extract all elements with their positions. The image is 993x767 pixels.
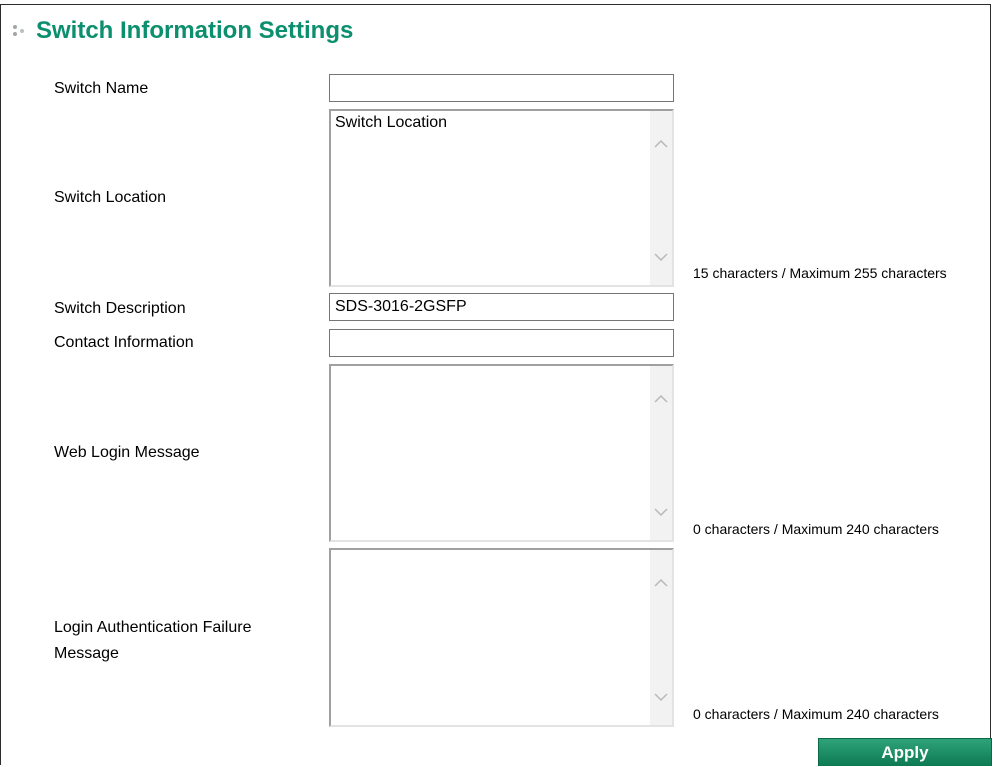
scroll-down-icon[interactable] — [653, 691, 669, 703]
login-auth-failure-scrollbar[interactable] — [650, 550, 672, 725]
three-dots-icon — [12, 23, 34, 39]
switch-location-textarea[interactable]: Switch Location — [329, 109, 674, 287]
switch-name-input[interactable] — [329, 74, 674, 102]
login-auth-failure-label-line1: Login Authentication Failure — [54, 619, 252, 636]
scroll-up-icon[interactable] — [653, 392, 669, 404]
scroll-up-icon[interactable] — [653, 137, 669, 149]
scroll-down-icon[interactable] — [653, 506, 669, 518]
switch-location-char-count: 15 characters / Maximum 255 characters — [693, 265, 947, 281]
apply-button[interactable]: Apply — [818, 738, 992, 766]
web-login-message-textarea[interactable] — [329, 364, 674, 542]
login-auth-failure-textarea[interactable] — [329, 548, 674, 727]
login-auth-failure-label: Login Authentication Failure Message — [54, 615, 251, 667]
switch-description-input[interactable]: SDS-3016-2GSFP — [329, 293, 674, 321]
page-title: Switch Information Settings — [36, 17, 354, 44]
contact-information-label: Contact Information — [54, 334, 194, 351]
login-auth-failure-label-line2: Message — [54, 645, 119, 662]
switch-description-label: Switch Description — [54, 300, 186, 317]
page-header: Switch Information Settings — [12, 17, 353, 45]
web-login-message-scrollbar[interactable] — [650, 366, 672, 540]
switch-name-label: Switch Name — [54, 80, 149, 97]
scroll-down-icon[interactable] — [653, 251, 669, 263]
scroll-up-icon[interactable] — [653, 576, 669, 588]
switch-location-scrollbar[interactable] — [650, 111, 672, 285]
login-auth-failure-char-count: 0 characters / Maximum 240 characters — [693, 706, 939, 722]
web-login-message-char-count: 0 characters / Maximum 240 characters — [693, 521, 939, 537]
web-login-message-label: Web Login Message — [54, 444, 200, 461]
switch-location-label: Switch Location — [54, 189, 167, 206]
contact-information-input[interactable] — [329, 329, 674, 357]
switch-location-value: Switch Location — [335, 114, 448, 131]
